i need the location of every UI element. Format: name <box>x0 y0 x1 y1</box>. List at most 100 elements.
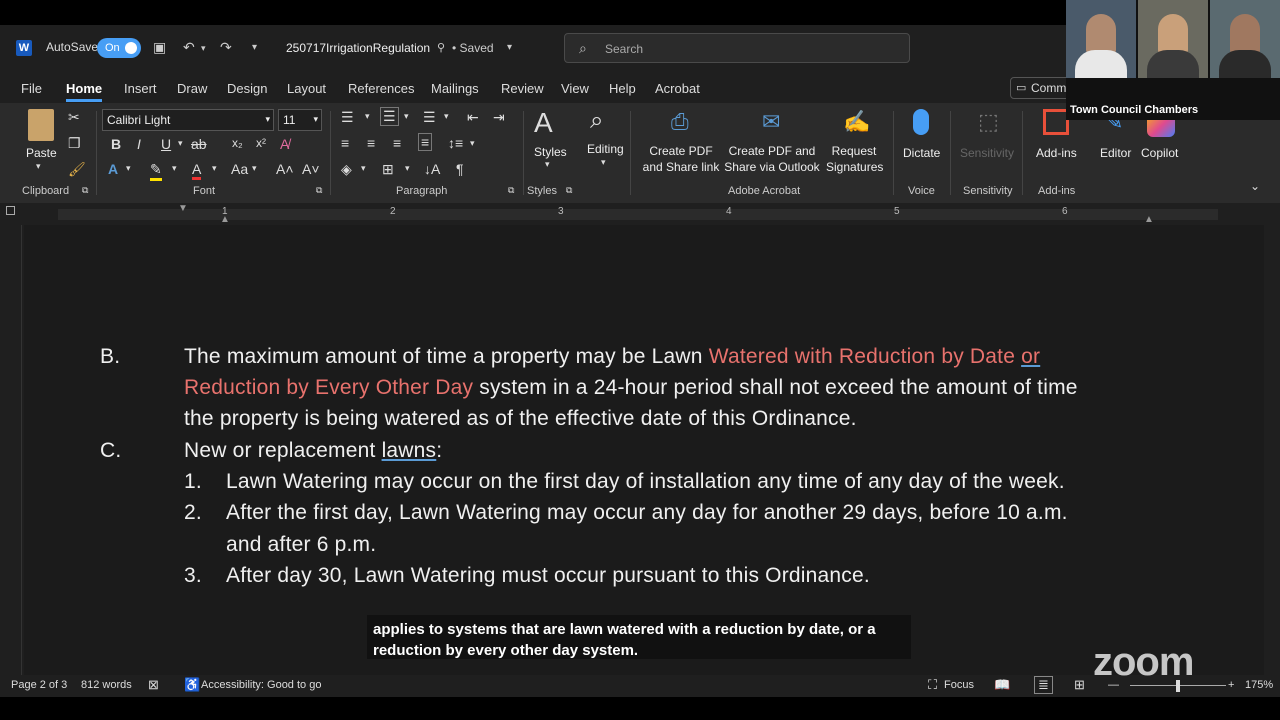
list-item-continuation[interactable]: and after 6 p.m. <box>226 533 376 557</box>
customize-toolbar-icon[interactable]: ▾ <box>252 42 257 53</box>
zoom-in-icon[interactable]: + <box>1228 679 1234 691</box>
bullets-icon[interactable]: ☰ <box>341 109 354 126</box>
accessibility-icon[interactable]: ♿ <box>184 677 200 693</box>
document-title[interactable]: 250717IrrigationRegulation <box>286 41 430 55</box>
tab-insert[interactable]: Insert <box>124 81 157 96</box>
align-left-icon[interactable]: ≡ <box>341 135 349 151</box>
web-layout-icon[interactable]: ⊞ <box>1074 677 1085 693</box>
paste-icon[interactable] <box>28 109 54 141</box>
align-right-icon[interactable]: ≡ <box>393 135 401 151</box>
tab-selector-icon[interactable] <box>6 206 15 215</box>
decrease-indent-icon[interactable]: ⇤ <box>467 109 479 126</box>
read-mode-icon[interactable]: 📖 <box>994 677 1010 693</box>
multilevel-list-icon[interactable]: ☰ <box>423 109 436 126</box>
word-app-icon[interactable]: W <box>16 40 32 56</box>
create-pdf-outlook-icon[interactable]: ✉ <box>762 109 780 135</box>
page-count[interactable]: Page 2 of 3 <box>11 679 67 691</box>
tab-view[interactable]: View <box>561 81 589 96</box>
clipboard-launcher-icon[interactable]: ⧉ <box>82 185 88 196</box>
paste-button[interactable]: Paste <box>26 145 57 161</box>
numbering-icon[interactable]: ☰ <box>380 107 399 126</box>
autosave-toggle[interactable]: On <box>97 38 141 58</box>
save-status[interactable]: • Saved <box>452 41 494 55</box>
numbering-dropdown-icon[interactable]: ▾ <box>404 111 409 122</box>
tab-file[interactable]: File <box>21 81 42 96</box>
tab-acrobat[interactable]: Acrobat <box>655 81 700 96</box>
styles-dropdown-icon[interactable]: ▾ <box>545 159 550 170</box>
horizontal-ruler[interactable]: 1 2 3 4 5 6 ▼ ▲ ▲ <box>0 203 1280 225</box>
strikethrough-icon[interactable]: ab <box>191 136 207 152</box>
editing-button[interactable]: Editing <box>587 141 624 157</box>
focus-button[interactable]: Focus <box>944 679 974 691</box>
item-b-line-3[interactable]: the property is being watered as of the … <box>184 407 857 431</box>
format-painter-icon[interactable]: 🖌 <box>68 161 86 178</box>
superscript-icon[interactable]: x² <box>256 136 266 150</box>
shading-icon[interactable]: ◈ <box>341 161 352 178</box>
hanging-indent-marker[interactable]: ▲ <box>220 214 230 225</box>
word-count[interactable]: 812 words <box>81 679 132 691</box>
clear-formatting-icon[interactable]: A̸ <box>280 136 289 152</box>
add-ins-button[interactable]: Add-ins <box>1036 145 1077 161</box>
accessibility-status[interactable]: Accessibility: Good to go <box>201 679 321 691</box>
create-pdf-share-link-button[interactable]: Create PDF and Share link <box>640 143 722 175</box>
underline-dropdown-icon[interactable]: ▾ <box>178 138 183 149</box>
tab-layout[interactable]: Layout <box>287 81 326 96</box>
line-spacing-icon[interactable]: ↕≡ <box>448 135 463 151</box>
tab-references[interactable]: References <box>348 81 414 96</box>
proofing-icon[interactable]: ⊠ <box>148 677 159 693</box>
borders-dropdown-icon[interactable]: ▾ <box>405 163 410 174</box>
styles-icon[interactable]: A <box>534 107 553 139</box>
create-pdf-outlook-button[interactable]: Create PDF and Share via Outlook <box>722 143 822 175</box>
subscript-icon[interactable]: x₂ <box>232 136 243 150</box>
dictate-button[interactable]: Dictate <box>903 145 940 161</box>
paste-dropdown-icon[interactable]: ▾ <box>36 161 41 172</box>
underline-icon[interactable]: U <box>161 136 171 152</box>
tab-draw[interactable]: Draw <box>177 81 207 96</box>
font-size-select[interactable]: 11 ▾ <box>278 109 322 131</box>
tab-home[interactable]: Home <box>66 81 103 102</box>
borders-icon[interactable]: ⊞ <box>382 161 394 178</box>
highlight-dropdown-icon[interactable]: ▾ <box>172 163 177 174</box>
shrink-font-icon[interactable]: A˅ <box>302 161 320 177</box>
zoom-level[interactable]: 175% <box>1245 679 1273 691</box>
line-spacing-dropdown-icon[interactable]: ▾ <box>470 138 475 149</box>
text-effects-icon[interactable]: A <box>108 161 118 177</box>
styles-button[interactable]: Styles <box>534 144 567 160</box>
font-launcher-icon[interactable]: ⧉ <box>316 185 322 196</box>
font-color-icon[interactable]: A <box>192 161 202 180</box>
bold-icon[interactable]: B <box>111 136 121 152</box>
font-color-dropdown-icon[interactable]: ▾ <box>212 163 217 174</box>
undo-icon[interactable]: ↶ <box>183 39 195 56</box>
save-icon[interactable]: ▣ <box>153 39 166 56</box>
item-b-line-2[interactable]: Reduction by Every Other Day system in a… <box>184 376 1078 400</box>
search-input[interactable]: ⌕ Search <box>564 33 910 63</box>
bullets-dropdown-icon[interactable]: ▾ <box>365 111 370 122</box>
right-indent-marker[interactable]: ▲ <box>1144 214 1154 225</box>
microphone-icon[interactable] <box>913 109 929 135</box>
change-case-icon[interactable]: Aa <box>231 161 248 177</box>
italic-icon[interactable]: I <box>137 136 141 152</box>
justify-icon[interactable]: ≡ <box>418 133 433 151</box>
copilot-button[interactable]: Copilot <box>1141 145 1178 161</box>
print-layout-icon[interactable]: ≣ <box>1034 676 1053 694</box>
list-item[interactable]: Lawn Watering may occur on the first day… <box>226 470 1065 494</box>
cut-icon[interactable]: ✂ <box>68 109 80 126</box>
change-case-dropdown-icon[interactable]: ▾ <box>252 163 257 174</box>
tab-mailings[interactable]: Mailings <box>431 81 479 96</box>
create-pdf-icon[interactable]: ⎙ <box>671 109 689 135</box>
sort-icon[interactable]: ↓A <box>424 161 440 177</box>
first-line-indent-marker[interactable]: ▼ <box>178 203 188 214</box>
font-name-select[interactable]: Calibri Light ▾ <box>102 109 274 131</box>
tab-help[interactable]: Help <box>609 81 636 96</box>
request-signatures-icon[interactable]: ✍ <box>843 109 870 135</box>
collapse-ribbon-icon[interactable]: ⌄ <box>1250 179 1260 193</box>
paragraph-launcher-icon[interactable]: ⧉ <box>508 185 514 196</box>
item-b-line-1[interactable]: The maximum amount of time a property ma… <box>184 345 1040 369</box>
show-formatting-icon[interactable]: ¶ <box>456 161 464 177</box>
request-signatures-button[interactable]: Request Signatures <box>826 143 883 175</box>
styles-launcher-icon[interactable]: ⧉ <box>566 185 572 196</box>
undo-dropdown-icon[interactable]: ▾ <box>201 43 206 54</box>
increase-indent-icon[interactable]: ⇥ <box>493 109 505 126</box>
vertical-ruler[interactable] <box>0 225 22 675</box>
text-effects-dropdown-icon[interactable]: ▾ <box>126 163 131 174</box>
